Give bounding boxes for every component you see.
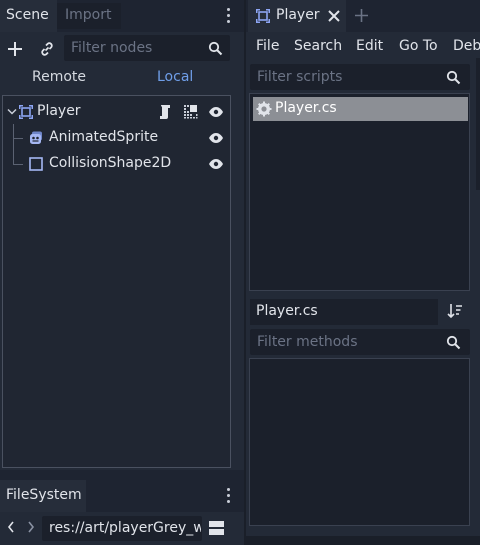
animated-sprite-icon [30,131,42,144]
split-view-icon[interactable] [208,520,225,536]
plus-icon [8,42,22,56]
methods-list [249,358,470,526]
path-field-value: res://art/playerGrey_w [49,520,202,536]
tab-import-label: Import [65,7,112,23]
path-field[interactable]: res://art/playerGrey_w [42,516,202,541]
current-script-label: Player.cs [256,303,318,319]
filesystem-dock-tabbar: FileSystem [0,478,244,512]
instance-scene-button[interactable] [38,40,56,58]
chevron-down-icon[interactable] [7,108,17,116]
remote-tree-button[interactable]: Remote [0,66,122,90]
scene-tabs-bar: Player [246,0,480,32]
link-icon [41,42,53,56]
tab-filesystem-label: FileSystem [6,487,82,503]
menu-file[interactable]: File [256,38,279,54]
menu-search[interactable]: Search [294,38,342,54]
tree-row-player[interactable]: Player [3,100,230,124]
filter-methods-input[interactable]: Filter methods [250,329,470,355]
sort-icon[interactable] [447,303,463,319]
menu-debug[interactable]: Debu [453,38,480,54]
filesystem-dock-menu-icon[interactable] [226,488,230,503]
bottom-panel-edge [246,536,480,545]
scene-dock-tabbar: Scene Import [0,0,244,32]
scene-dock-menu-icon[interactable] [226,8,230,23]
collision-shape-icon [29,157,43,171]
search-icon [446,70,461,85]
filter-scripts-placeholder: Filter scripts [257,69,343,85]
tab-scene-label: Scene [6,7,49,23]
script-icon[interactable] [158,104,172,120]
script-menu-bar: File Search Edit Go To Debu [246,36,480,58]
add-scene-tab-icon[interactable] [354,8,369,23]
close-icon[interactable] [328,10,340,22]
local-tree-button[interactable]: Local [122,66,244,90]
tree-row-animated-sprite[interactable]: AnimatedSprite [3,126,230,150]
menu-edit[interactable]: Edit [356,38,383,54]
tree-row-label: AnimatedSprite [49,129,159,145]
tree-row-label: Player [37,103,81,119]
filter-methods-placeholder: Filter methods [257,334,358,350]
scene-tab-label: Player [276,7,320,23]
code-area-edge [476,58,480,190]
scene-tab-player[interactable]: Player [248,0,346,32]
tab-scene[interactable]: Scene [0,0,57,32]
filesystem-dock-panel: res://art/playerGrey_w [0,512,244,545]
chevron-right-icon[interactable] [27,521,35,533]
chevron-left-icon[interactable] [7,521,15,533]
tree-row-collision-shape[interactable]: CollisionShape2D [3,152,230,176]
local-label: Local [157,69,194,85]
visibility-eye-icon[interactable] [208,158,224,170]
search-icon [208,41,223,56]
tab-import[interactable]: Import [57,3,121,29]
add-node-button[interactable] [6,40,24,58]
node2d-icon [19,105,33,119]
remote-label: Remote [32,69,87,85]
filter-nodes-input[interactable]: Filter nodes [64,35,230,61]
group-selected-icon[interactable] [183,104,198,119]
visibility-eye-icon[interactable] [208,132,224,144]
script-list-item[interactable]: Player.cs [253,97,468,121]
scene-tree: Player AnimatedSprite CollisionShape2D [2,95,231,468]
visibility-eye-icon[interactable] [208,106,224,118]
tab-filesystem[interactable]: FileSystem [0,480,86,512]
filter-nodes-placeholder: Filter nodes [71,40,153,56]
script-list: Player.cs [249,93,470,291]
script-list-item-label: Player.cs [275,100,337,116]
filter-scripts-input[interactable]: Filter scripts [250,64,470,90]
tree-row-label: CollisionShape2D [49,155,172,171]
search-icon [446,335,461,350]
cs-script-icon [256,101,272,117]
current-script-label-box: Player.cs [250,299,438,325]
node2d-icon [256,9,270,23]
menu-goto[interactable]: Go To [399,38,438,54]
